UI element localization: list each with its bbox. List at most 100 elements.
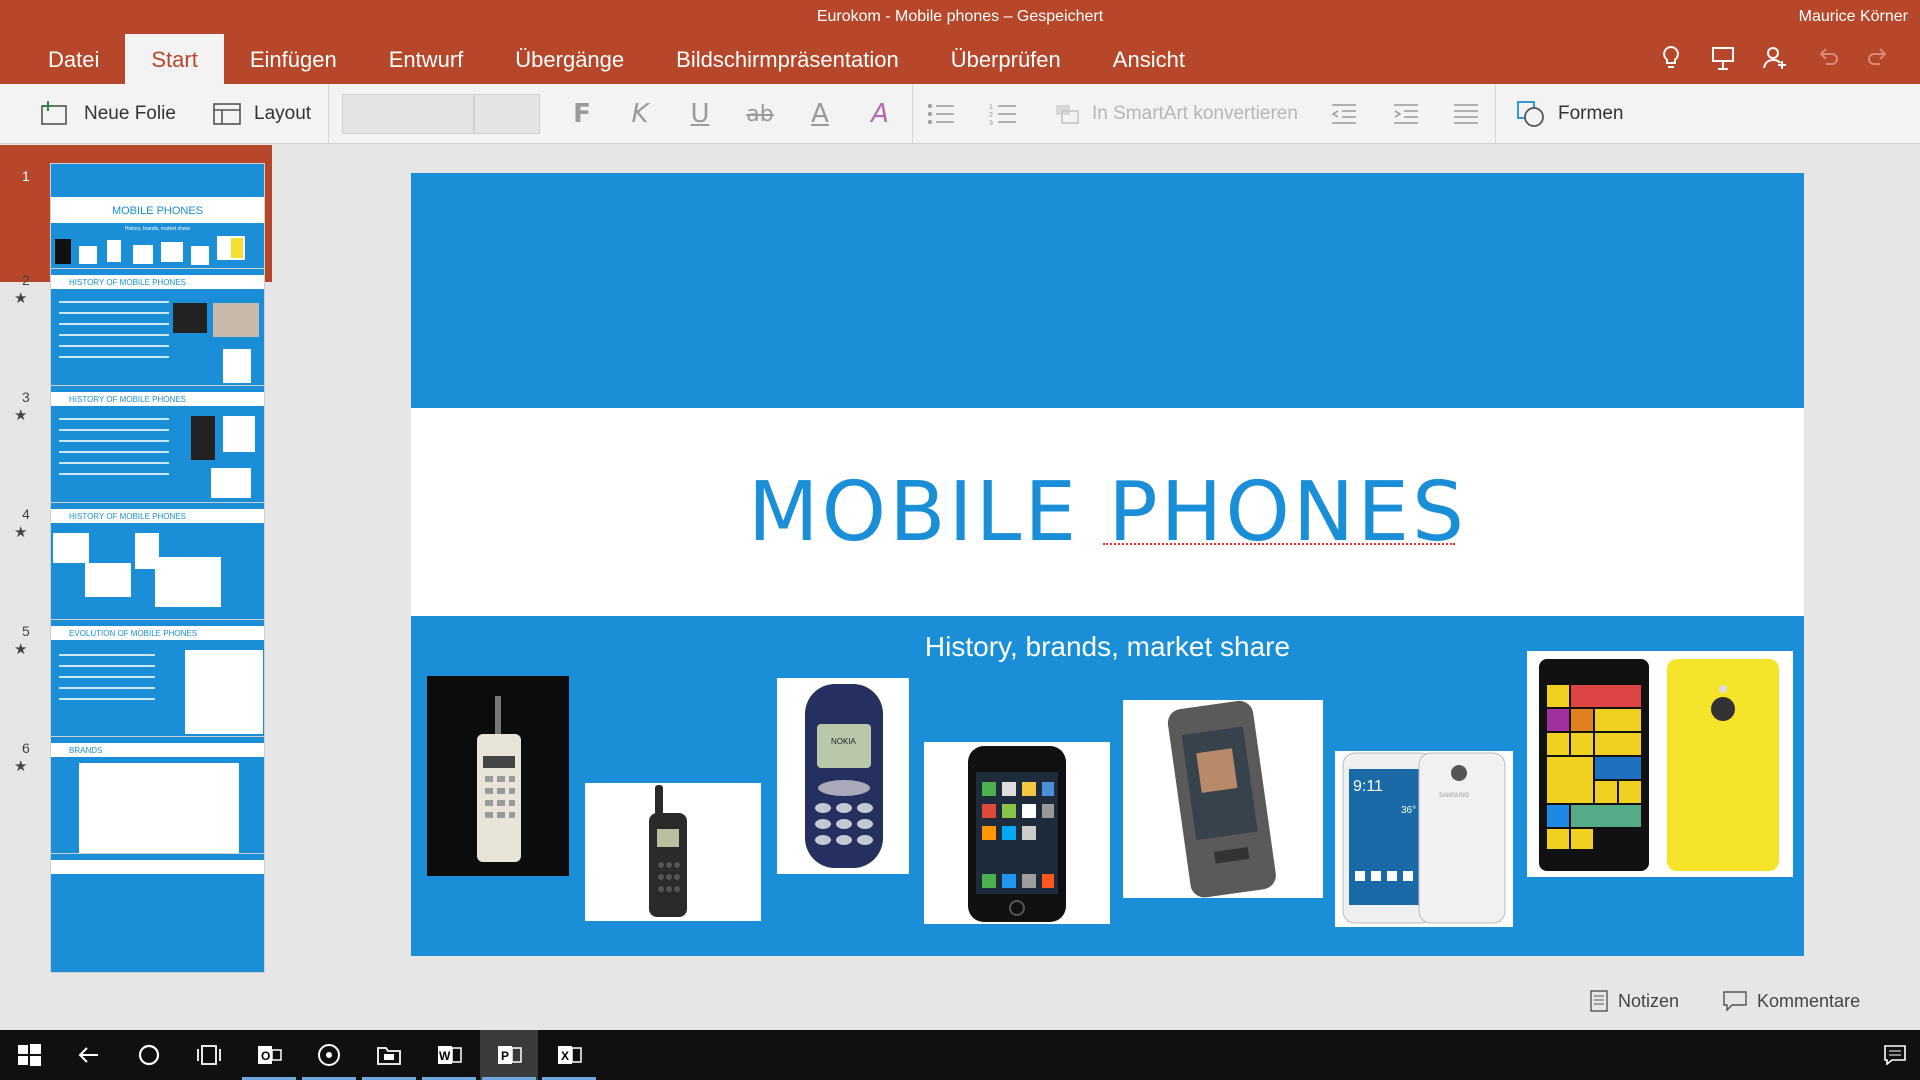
undo-icon[interactable]: [1814, 44, 1840, 72]
excel-icon[interactable]: X: [540, 1030, 598, 1080]
slide-thumbnail-4[interactable]: HISTORY OF MOBILE PHONES: [50, 502, 265, 622]
action-center-icon[interactable]: [1866, 1030, 1920, 1080]
spellcheck-underline: [1103, 541, 1455, 545]
tab-ansicht[interactable]: Ansicht: [1087, 34, 1211, 84]
present-icon[interactable]: [1710, 44, 1736, 72]
svg-text:P: P: [501, 1049, 509, 1063]
notes-label: Notizen: [1618, 990, 1680, 1011]
layout-icon: [213, 103, 241, 125]
font-color-button[interactable]: A: [800, 84, 840, 144]
slide-number: 3: [22, 389, 30, 405]
slide-number: 1: [22, 168, 30, 184]
svg-text:NOKIA: NOKIA: [831, 737, 857, 746]
tab-einfuegen[interactable]: Einfügen: [224, 34, 363, 84]
layout-button[interactable]: Layout: [212, 84, 311, 144]
thumb-title: MOBILE PHONES: [111, 205, 204, 217]
svg-text:1: 1: [989, 104, 993, 111]
bullets-button[interactable]: [926, 84, 956, 144]
svg-text:36°: 36°: [1401, 805, 1416, 816]
decrease-indent-button[interactable]: [1330, 84, 1358, 144]
cortana-icon[interactable]: [120, 1030, 178, 1080]
decrease-indent-icon: [1331, 104, 1356, 124]
svg-text:2: 2: [989, 112, 993, 119]
image-iphone[interactable]: [924, 742, 1110, 924]
slide-thumbnail-6[interactable]: BRANDS: [50, 736, 265, 856]
back-icon[interactable]: [60, 1030, 118, 1080]
animation-star-icon: ★: [14, 524, 28, 541]
layout-label: Layout: [254, 103, 312, 124]
redo-icon[interactable]: [1866, 44, 1892, 72]
slide-number: 6: [22, 740, 30, 756]
powerpoint-icon[interactable]: P: [480, 1030, 538, 1080]
image-motorola-dynatac[interactable]: [427, 676, 569, 876]
groove-music-icon[interactable]: [300, 1030, 358, 1080]
thumb-title: HISTORY OF MOBILE PHONES: [69, 395, 186, 404]
svg-text:O: O: [261, 1049, 270, 1063]
tab-datei[interactable]: Datei: [0, 34, 125, 84]
animation-star-icon: ★: [14, 641, 28, 658]
align-button[interactable]: [1452, 84, 1480, 144]
image-nokia-3310[interactable]: NOKIA: [777, 678, 909, 874]
slide-thumbnail-7[interactable]: [50, 853, 265, 973]
smartart-button[interactable]: In SmartArt konvertieren: [1052, 84, 1298, 144]
user-name[interactable]: Maurice Körner: [1799, 8, 1908, 26]
align-icon: [1454, 104, 1478, 124]
font-size-box[interactable]: [474, 94, 540, 134]
ribbon-tabs: Datei Start Einfügen Entwurf Übergänge B…: [0, 34, 1211, 84]
slide-thumbnail-3[interactable]: HISTORY OF MOBILE PHONES: [50, 385, 265, 505]
outlook-icon[interactable]: O: [240, 1030, 298, 1080]
notes-button[interactable]: Notizen: [1590, 990, 1679, 1012]
shapes-label: Formen: [1558, 103, 1624, 124]
new-slide-label: Neue Folie: [84, 103, 176, 124]
slide-number: 5: [22, 623, 30, 639]
font-name-box[interactable]: [342, 94, 474, 134]
thumb-title: BRANDS: [69, 746, 103, 755]
tab-start[interactable]: Start: [125, 34, 224, 84]
strikethrough-button[interactable]: ab: [740, 84, 780, 144]
animation-star-icon: ★: [14, 758, 28, 775]
shapes-button[interactable]: Formen: [1516, 84, 1623, 144]
image-nokia-6110[interactable]: [585, 783, 761, 921]
tab-bildschirmpraesentation[interactable]: Bildschirmpräsentation: [650, 34, 925, 84]
share-user-icon[interactable]: [1762, 44, 1788, 72]
word-icon[interactable]: W: [420, 1030, 478, 1080]
file-explorer-icon[interactable]: [360, 1030, 418, 1080]
shapes-icon: [1517, 101, 1544, 127]
increase-indent-icon: [1394, 104, 1418, 124]
slide-thumbnail-2[interactable]: HISTORY OF MOBILE PHONES: [50, 268, 265, 388]
thumb-title: EVOLUTION OF MOBILE PHONES: [69, 629, 198, 638]
increase-indent-button[interactable]: [1392, 84, 1420, 144]
image-nokia-5230[interactable]: [1123, 700, 1323, 898]
svg-text:9:11: 9:11: [1353, 778, 1383, 795]
new-slide-icon: [41, 101, 67, 125]
tab-ueberpruefen[interactable]: Überprüfen: [925, 34, 1087, 84]
comments-button[interactable]: Kommentare: [1723, 990, 1860, 1012]
task-view-icon[interactable]: [180, 1030, 238, 1080]
thumbnail-row-7[interactable]: [0, 845, 272, 985]
numbering-button[interactable]: 123: [988, 84, 1018, 144]
tab-uebergaenge[interactable]: Übergänge: [489, 34, 650, 84]
bold-button[interactable]: F: [562, 84, 602, 144]
animation-star-icon: ★: [14, 290, 28, 307]
slide-thumbnail-5[interactable]: EVOLUTION OF MOBILE PHONES: [50, 619, 265, 739]
window-title: Eurokom - Mobile phones – Gespeichert: [816, 8, 1104, 25]
slide-title[interactable]: MOBILE PHONES: [411, 465, 1804, 560]
thumb-title: HISTORY OF MOBILE PHONES: [69, 278, 186, 287]
thumb-subtitle: History, brands, market share: [124, 226, 191, 232]
svg-text:3: 3: [989, 120, 993, 127]
smartart-label: In SmartArt konvertieren: [1092, 103, 1298, 124]
comment-icon: [1723, 991, 1747, 1012]
image-nokia-lumia-1520[interactable]: [1527, 651, 1793, 877]
windows-start-icon[interactable]: [0, 1030, 58, 1080]
svg-text:W: W: [439, 1049, 451, 1063]
underline-button[interactable]: U: [680, 84, 720, 144]
italic-button[interactable]: K: [620, 84, 660, 144]
image-samsung-galaxy-s4[interactable]: 9:11 36° SAMSUNG: [1335, 751, 1513, 927]
bullets-icon: [928, 104, 954, 124]
lightbulb-icon[interactable]: [1658, 44, 1684, 72]
tab-entwurf[interactable]: Entwurf: [363, 34, 490, 84]
clear-formatting-button[interactable]: A: [860, 84, 900, 144]
new-slide-button[interactable]: Neue Folie: [40, 84, 176, 144]
slide-canvas[interactable]: MOBILE PHONES History, brands, market sh…: [411, 173, 1804, 956]
view-status-bar: Notizen Kommentare: [1590, 990, 1860, 1012]
